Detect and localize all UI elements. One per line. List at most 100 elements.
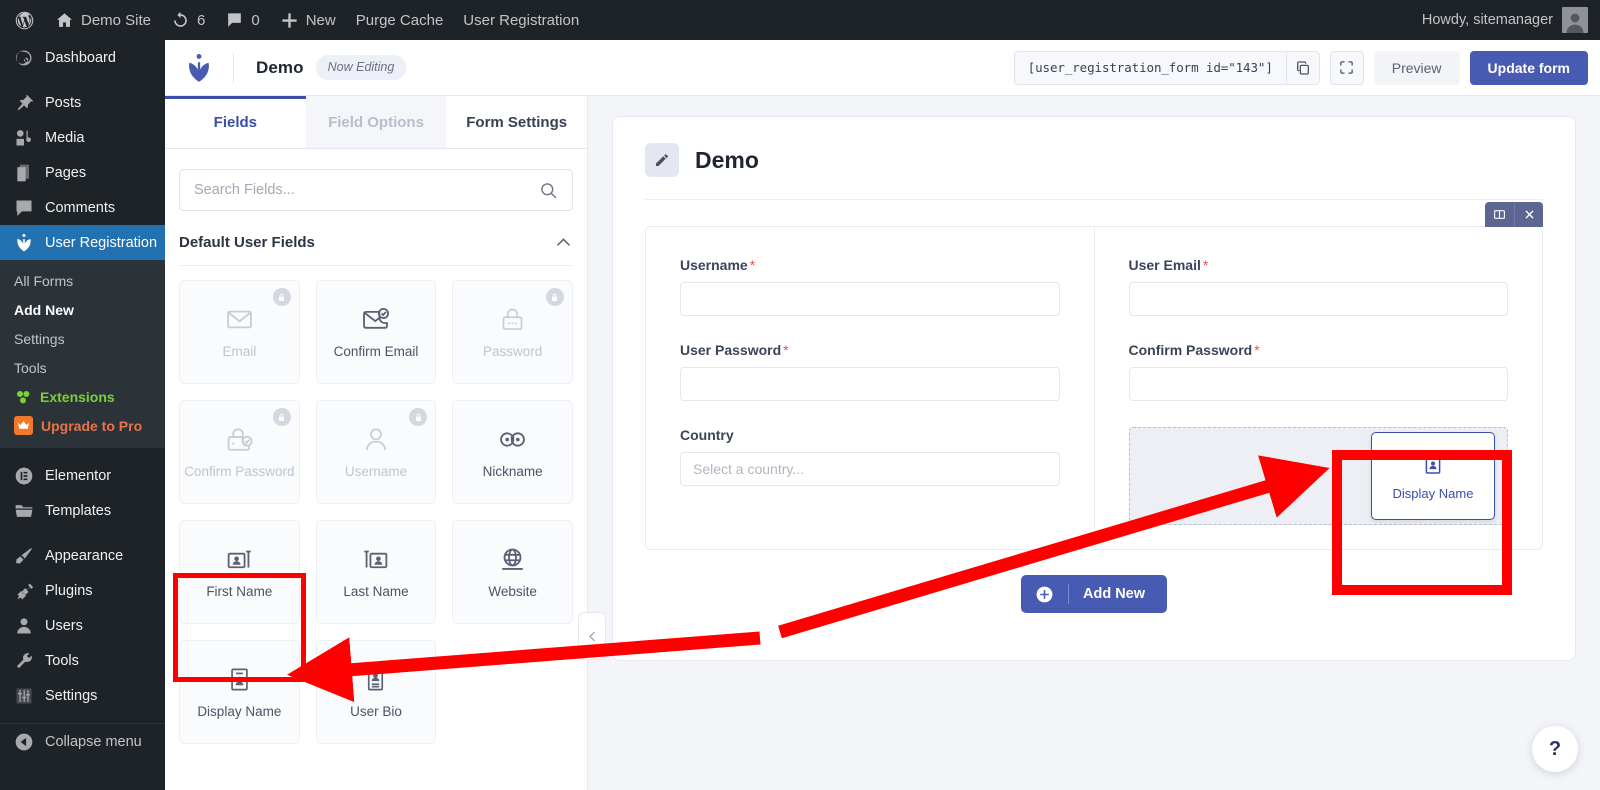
field-card-nickname[interactable]: Nickname xyxy=(452,400,573,504)
required-marker: * xyxy=(1254,342,1260,358)
username-input[interactable] xyxy=(680,282,1060,316)
user-registration-menu[interactable]: User Registration xyxy=(453,0,589,40)
sidebar-subitem-add-new[interactable]: Add New xyxy=(0,295,165,324)
collapse-panel-button[interactable] xyxy=(578,612,606,660)
preview-button[interactable]: Preview xyxy=(1373,50,1460,85)
preview-field-user-password[interactable]: User Password * xyxy=(680,342,1060,401)
field-card-password[interactable]: Password xyxy=(452,280,573,384)
site-name-menu[interactable]: Demo Site xyxy=(45,0,161,40)
field-dropzone[interactable]: Display Name xyxy=(1128,427,1508,525)
sidebar-item-media[interactable]: Media xyxy=(0,120,165,155)
chevron-left-icon xyxy=(588,631,595,641)
field-card-confirm-email[interactable]: Confirm Email xyxy=(315,280,437,384)
pages-icon xyxy=(17,164,29,181)
field-card-label: Confirm Email xyxy=(333,344,419,359)
home-icon xyxy=(56,12,73,27)
add-new-button[interactable]: Add New xyxy=(1020,575,1168,613)
default-user-fields-header[interactable]: Default User Fields xyxy=(179,233,573,266)
header-divider xyxy=(233,52,234,83)
revisions-count: 6 xyxy=(197,11,206,29)
sidebar-item-elementor[interactable]: Elementor xyxy=(0,458,165,493)
search-input[interactable] xyxy=(194,182,539,198)
field-label: Confirm Password * xyxy=(1129,342,1509,358)
field-card-email[interactable]: Email xyxy=(179,280,300,384)
sidebar-item-templates[interactable]: Templates xyxy=(0,493,165,528)
required-marker: * xyxy=(1202,257,1209,273)
update-form-button[interactable]: Update form xyxy=(1469,50,1588,85)
sliders-icon xyxy=(16,688,32,703)
required-marker: * xyxy=(783,342,789,358)
section-title: Default User Fields xyxy=(179,234,315,251)
row-delete-button[interactable] xyxy=(1514,202,1543,227)
preview-field-user-email[interactable]: User Email * xyxy=(1128,257,1509,316)
wrench-icon xyxy=(16,652,32,668)
sidebar-item-comments[interactable]: Comments xyxy=(0,190,165,225)
fullscreen-button[interactable] xyxy=(1329,50,1364,85)
sidebar-item-label: Appearance xyxy=(45,547,124,564)
field-card-user-bio[interactable]: User Bio xyxy=(315,640,437,744)
page-title: Demo xyxy=(256,57,304,77)
field-card-label: Email xyxy=(222,344,257,359)
sidebar-item-dashboard[interactable]: Dashboard xyxy=(0,40,165,75)
sidebar-item-appearance[interactable]: Appearance xyxy=(0,538,165,573)
sidebar-item-label: Comments xyxy=(45,199,116,216)
sidebar-subitem-upgrade-to-pro[interactable]: Upgrade to Pro xyxy=(0,411,165,440)
user-email-input[interactable] xyxy=(1128,282,1508,316)
wp-logo-menu[interactable] xyxy=(0,0,45,40)
password-icon xyxy=(502,308,523,330)
field-card-last-name[interactable]: Last Name xyxy=(315,520,437,624)
field-label: Username * xyxy=(680,257,1060,273)
tab-fields[interactable]: Fields xyxy=(165,96,306,148)
sidebar-subitem-extensions[interactable]: Extensions xyxy=(0,382,165,411)
field-card-label: Nickname xyxy=(482,464,543,479)
chevron-up-icon xyxy=(557,238,570,246)
id-card-left-icon xyxy=(364,550,388,569)
revisions-menu[interactable]: 6 xyxy=(161,0,215,40)
sidebar-item-user-registration[interactable]: User Registration xyxy=(0,225,165,260)
my-account-menu[interactable]: Howdy, sitemanager xyxy=(1422,7,1600,33)
row-columns-button[interactable] xyxy=(1485,202,1514,227)
envelope-icon xyxy=(226,310,252,329)
sidebar-subitem-settings[interactable]: Settings xyxy=(0,324,165,353)
id-badge-icon xyxy=(231,668,248,691)
field-card-website[interactable]: Website xyxy=(452,520,573,624)
country-select[interactable]: Select a country... xyxy=(680,452,1060,486)
tab-field-options[interactable]: Field Options xyxy=(305,96,447,148)
preview-field-username[interactable]: Username * xyxy=(680,257,1060,316)
crown-badge xyxy=(14,416,33,435)
add-new-row: Add New xyxy=(645,575,1543,613)
comments-menu[interactable]: 0 xyxy=(215,0,269,40)
sidebar-subitem-tools[interactable]: Tools xyxy=(0,353,165,382)
sidebar-item-users[interactable]: Users xyxy=(0,608,165,643)
user-password-input[interactable] xyxy=(680,367,1060,401)
preview-field-confirm-password[interactable]: Confirm Password * xyxy=(1128,342,1509,401)
purge-cache-menu[interactable]: Purge Cache xyxy=(346,0,454,40)
field-card-display-name[interactable]: Display Name xyxy=(179,640,300,744)
help-button[interactable]: ? xyxy=(1532,726,1578,772)
tab-form-settings[interactable]: Form Settings xyxy=(446,96,588,148)
collapse-menu-button[interactable]: Collapse menu xyxy=(0,724,165,759)
preview-field-country[interactable]: Country Select a country... xyxy=(680,427,1060,486)
dragged-field-display-name[interactable]: Display Name xyxy=(1371,432,1495,520)
plus-icon xyxy=(282,12,297,28)
confirm-password-input[interactable] xyxy=(1128,367,1508,401)
shortcode-field[interactable]: [user_registration_form id="143"] xyxy=(1013,50,1286,85)
new-content-menu[interactable]: New xyxy=(270,0,346,40)
sidebar-item-pages[interactable]: Pages xyxy=(0,155,165,190)
copy-shortcode-button[interactable] xyxy=(1285,50,1320,85)
sidebar-item-tools[interactable]: Tools xyxy=(0,643,165,678)
sidebar-item-settings[interactable]: Settings xyxy=(0,678,165,713)
field-card-first-name[interactable]: First Name xyxy=(179,520,300,624)
search-box[interactable] xyxy=(179,169,573,211)
copy-icon xyxy=(1296,60,1309,75)
field-label: User Email * xyxy=(1129,257,1509,273)
sidebar-subitem-all-forms[interactable]: All Forms xyxy=(0,266,165,295)
field-card-confirm-password[interactable]: Confirm Password xyxy=(179,400,300,504)
sidebar-item-posts[interactable]: Posts xyxy=(0,85,165,120)
new-content-label: New xyxy=(305,11,336,29)
sidebar-item-plugins[interactable]: Plugins xyxy=(0,573,165,608)
field-card-username[interactable]: Username xyxy=(315,400,437,504)
field-label-text: Username xyxy=(680,257,748,273)
edit-form-name-button[interactable] xyxy=(645,143,679,177)
form-builder-body: Fields Field Options Form Settings Defau… xyxy=(165,96,1600,790)
